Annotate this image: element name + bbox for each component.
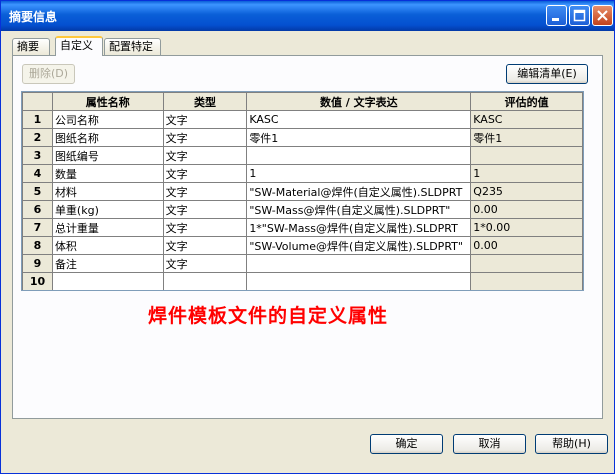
- type-cell[interactable]: 文字: [162, 110, 248, 129]
- table-row[interactable]: 9 备注 文字: [22, 254, 583, 273]
- value-expression-cell[interactable]: "SW-Material@焊件(自定义属性).SLDPRT: [246, 182, 472, 201]
- property-name-cell[interactable]: 体积: [51, 236, 164, 255]
- dialog-window: 摘要信息 摘要 自定义 配置特定 删除(D) 编辑清单(E) 属性名称 类型 数…: [0, 0, 615, 474]
- properties-table[interactable]: 属性名称 类型 数值 / 文字表达 评估的值 1 公司名称 文字 KASC KASC 2 图…: [21, 91, 584, 291]
- row-number-cell: 2: [22, 128, 53, 147]
- close-button[interactable]: [592, 5, 613, 26]
- value-expression-cell[interactable]: "SW-Volume@焊件(自定义属性).SLDPRT": [246, 236, 472, 255]
- evaluated-value-cell: 1*0.00: [470, 218, 583, 237]
- title-bar[interactable]: 摘要信息: [1, 1, 614, 31]
- type-cell[interactable]: 文字: [162, 146, 248, 165]
- property-name-cell[interactable]: 总计重量: [51, 218, 164, 237]
- minimize-button[interactable]: [546, 5, 567, 26]
- header-value-expression: 数值 / 文字表达: [246, 92, 472, 111]
- type-cell[interactable]: 文字: [162, 164, 248, 183]
- table-row[interactable]: 4 数量 文字 1 1: [22, 164, 583, 183]
- table-row[interactable]: 5 材料 文字 "SW-Material@焊件(自定义属性).SLDPRT Q235: [22, 182, 583, 201]
- row-number-cell: 8: [22, 236, 53, 255]
- maximize-icon: [573, 9, 586, 22]
- tab-label: 自定义: [60, 39, 93, 52]
- row-number-cell: 7: [22, 218, 53, 237]
- header-corner: [22, 92, 53, 111]
- type-cell[interactable]: [162, 272, 248, 290]
- row-number-cell: 3: [22, 146, 53, 165]
- header-type: 类型: [162, 92, 248, 111]
- header-evaluated-value: 评估的值: [470, 92, 583, 111]
- evaluated-value-cell: Q235: [470, 182, 583, 201]
- cancel-button[interactable]: 取消: [453, 434, 526, 454]
- evaluated-value-cell: 0.00: [470, 236, 583, 255]
- close-icon: [597, 10, 608, 21]
- value-expression-cell[interactable]: 零件1: [246, 128, 472, 147]
- property-name-cell[interactable]: 数量: [51, 164, 164, 183]
- evaluated-value-cell: 零件1: [470, 128, 583, 147]
- type-cell[interactable]: 文字: [162, 128, 248, 147]
- row-number-cell: 5: [22, 182, 53, 201]
- property-name-cell[interactable]: 公司名称: [51, 110, 164, 129]
- type-cell[interactable]: 文字: [162, 236, 248, 255]
- value-expression-cell[interactable]: 1: [246, 164, 472, 183]
- tab-summary[interactable]: 摘要: [12, 38, 50, 55]
- evaluated-value-cell: 0.00: [470, 200, 583, 219]
- help-button[interactable]: 帮助(H): [535, 434, 608, 454]
- value-expression-cell[interactable]: [246, 146, 472, 165]
- type-cell[interactable]: 文字: [162, 182, 248, 201]
- value-expression-cell[interactable]: 1*"SW-Mass@焊件(自定义属性).SLDPRT: [246, 218, 472, 237]
- property-name-cell[interactable]: 材料: [51, 182, 164, 201]
- tab-config-specific[interactable]: 配置特定: [104, 38, 161, 55]
- table-row[interactable]: 2 图纸名称 文字 零件1 零件1: [22, 128, 583, 147]
- evaluated-value-cell: KASC: [470, 110, 583, 129]
- evaluated-value-cell: [470, 254, 583, 273]
- delete-button[interactable]: 删除(D): [22, 64, 75, 84]
- row-number-cell: 10: [22, 272, 53, 290]
- type-cell[interactable]: 文字: [162, 218, 248, 237]
- table-row[interactable]: 10: [22, 272, 583, 290]
- table-row[interactable]: 8 体积 文字 "SW-Volume@焊件(自定义属性).SLDPRT" 0.00: [22, 236, 583, 255]
- annotation-text: 焊件模板文件的自定义属性: [148, 305, 389, 327]
- table-row[interactable]: 1 公司名称 文字 KASC KASC: [22, 110, 583, 129]
- row-number-cell: 9: [22, 254, 53, 273]
- value-expression-cell[interactable]: [246, 254, 472, 273]
- property-name-cell[interactable]: 备注: [51, 254, 164, 273]
- property-name-cell[interactable]: 单重(kg): [51, 200, 164, 219]
- row-number-cell: 4: [22, 164, 53, 183]
- edit-list-button[interactable]: 编辑清单(E): [506, 64, 588, 84]
- type-cell[interactable]: 文字: [162, 200, 248, 219]
- tab-label: 摘要: [17, 40, 39, 53]
- ok-button[interactable]: 确定: [370, 434, 443, 454]
- value-expression-cell[interactable]: "SW-Mass@焊件(自定义属性).SLDPRT": [246, 200, 472, 219]
- minimize-icon: [552, 18, 559, 21]
- property-name-cell[interactable]: [51, 272, 164, 290]
- tab-custom[interactable]: 自定义: [55, 36, 103, 56]
- table-header-row: 属性名称 类型 数值 / 文字表达 评估的值: [22, 92, 583, 111]
- value-expression-cell[interactable]: KASC: [246, 110, 472, 129]
- property-name-cell[interactable]: 图纸名称: [51, 128, 164, 147]
- property-name-cell[interactable]: 图纸编号: [51, 146, 164, 165]
- evaluated-value-cell: [470, 272, 583, 290]
- type-cell[interactable]: 文字: [162, 254, 248, 273]
- row-number-cell: 6: [22, 200, 53, 219]
- window-title: 摘要信息: [9, 10, 58, 24]
- header-property-name: 属性名称: [51, 92, 164, 111]
- maximize-button[interactable]: [569, 5, 590, 26]
- table-row[interactable]: 6 单重(kg) 文字 "SW-Mass@焊件(自定义属性).SLDPRT" 0.00: [22, 200, 583, 219]
- tab-label: 配置特定: [109, 40, 153, 53]
- row-number-cell: 1: [22, 110, 53, 129]
- value-expression-cell[interactable]: [246, 272, 472, 290]
- evaluated-value-cell: 1: [470, 164, 583, 183]
- table-row[interactable]: 7 总计重量 文字 1*"SW-Mass@焊件(自定义属性).SLDPRT 1*0.00: [22, 218, 583, 237]
- table-row[interactable]: 3 图纸编号 文字: [22, 146, 583, 165]
- evaluated-value-cell: [470, 146, 583, 165]
